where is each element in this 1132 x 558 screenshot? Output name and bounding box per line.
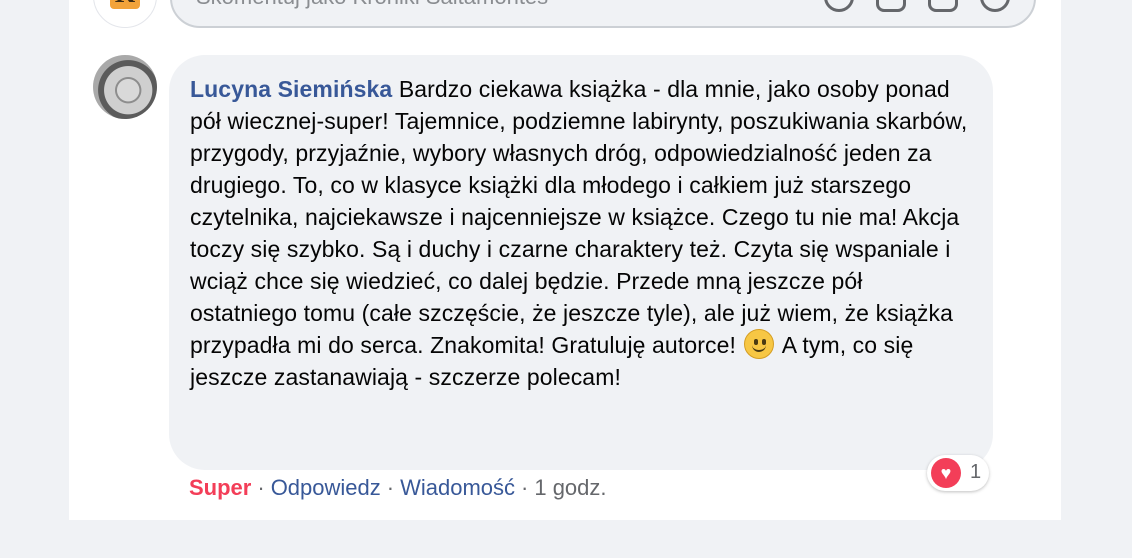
reaction-count: 1 bbox=[970, 461, 982, 483]
comment-timestamp[interactable]: 1 godz. bbox=[534, 475, 606, 500]
comment-bubble: Lucyna Siemińska Bardzo ciekawa książka … bbox=[169, 55, 993, 470]
heart-icon: ♥ bbox=[931, 458, 961, 488]
reply-button[interactable]: Odpowiedz bbox=[271, 475, 381, 500]
separator-dot: · bbox=[521, 475, 529, 500]
reaction-button[interactable]: Super bbox=[189, 475, 251, 500]
slightly-smiling-face-emoji-icon bbox=[744, 329, 775, 359]
comment-input[interactable]: Skomentuj jako Kroniki Saltamontes bbox=[170, 0, 1036, 28]
composer-icons bbox=[824, 0, 1010, 12]
separator-dot: · bbox=[386, 475, 395, 500]
comment-actions: Super · Odpowiedz · Wiadomość · 1 godz. bbox=[189, 475, 607, 501]
emoji-icon[interactable] bbox=[824, 0, 854, 12]
separator-dot: · bbox=[257, 475, 265, 500]
reaction-summary[interactable]: ♥ 1 bbox=[927, 455, 989, 491]
camera-icon[interactable] bbox=[876, 0, 906, 12]
sticker-icon[interactable] bbox=[980, 0, 1010, 12]
comment-body: Bardzo ciekawa książka - dla mnie, jako … bbox=[190, 76, 968, 358]
comment-text: Lucyna Siemińska Bardzo ciekawa książka … bbox=[190, 73, 973, 393]
comment-author-avatar[interactable] bbox=[93, 55, 157, 119]
message-button[interactable]: Wiadomość bbox=[400, 475, 515, 500]
comment-author-name[interactable]: Lucyna Siemińska bbox=[190, 76, 392, 102]
page-logo: K bbox=[110, 0, 140, 9]
gif-icon[interactable] bbox=[928, 0, 958, 12]
comment-input-placeholder: Skomentuj jako Kroniki Saltamontes bbox=[196, 0, 548, 10]
